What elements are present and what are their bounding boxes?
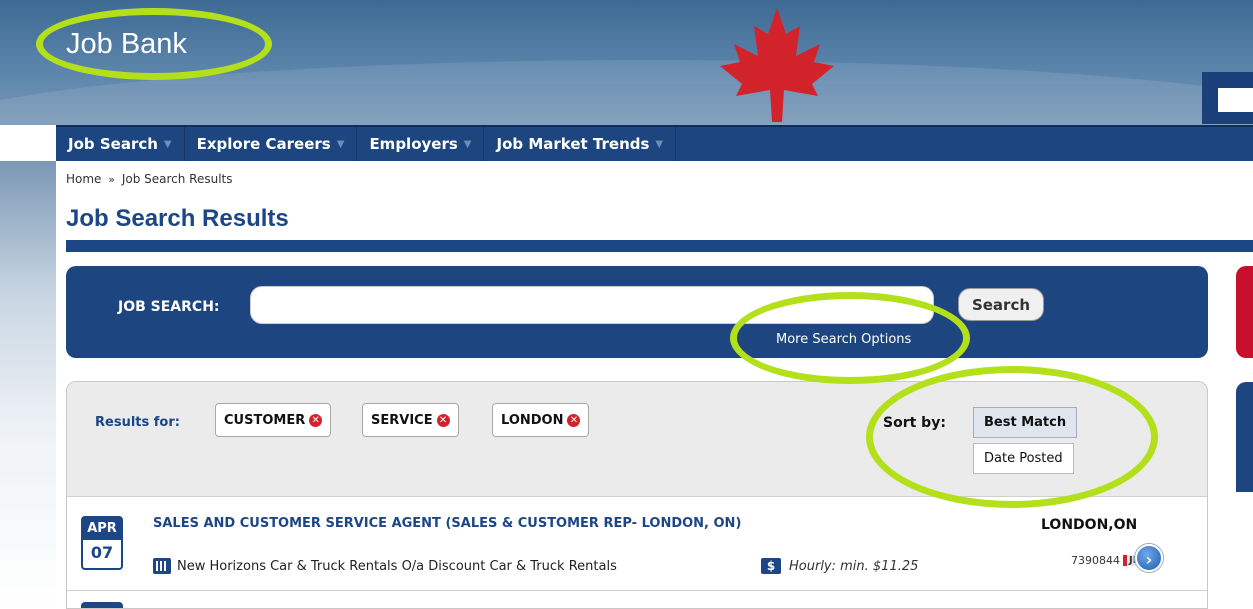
close-circle-icon[interactable]: ✕ bbox=[309, 413, 323, 427]
banner-swoosh bbox=[0, 60, 1253, 125]
results-for-label: Results for: bbox=[95, 415, 180, 430]
job-search-input[interactable] bbox=[250, 286, 934, 324]
header-search-area bbox=[1202, 72, 1253, 124]
title-divider bbox=[66, 240, 1253, 252]
site-banner: Job Bank bbox=[0, 0, 1253, 125]
breadcrumb: Home » Job Search Results bbox=[66, 172, 233, 186]
close-circle-icon[interactable]: ✕ bbox=[567, 413, 581, 427]
posted-month: APR bbox=[83, 518, 121, 540]
nav-item-label: Employers bbox=[369, 135, 458, 153]
posted-date-badge: APR 07 bbox=[81, 516, 123, 570]
nav-item-job-search[interactable]: Job Search ▼ bbox=[56, 127, 185, 161]
nav-item-employers[interactable]: Employers ▼ bbox=[357, 127, 485, 161]
job-id-number: 7390844 bbox=[1071, 554, 1120, 567]
sort-by-label: Sort by: bbox=[883, 415, 946, 431]
more-search-options-link[interactable]: More Search Options bbox=[776, 332, 911, 347]
nav-item-job-market-trends[interactable]: Job Market Trends ▼ bbox=[484, 127, 677, 161]
site-title[interactable]: Job Bank bbox=[66, 28, 187, 61]
next-posted-date-badge bbox=[81, 602, 123, 608]
right-side-panel-blue bbox=[1236, 382, 1253, 492]
header-search-input[interactable] bbox=[1218, 88, 1253, 112]
maple-leaf-icon bbox=[720, 8, 834, 122]
breadcrumb-separator-icon: » bbox=[108, 173, 115, 186]
breadcrumb-current: Job Search Results bbox=[121, 172, 233, 186]
job-title-link[interactable]: SALES AND CUSTOMER SERVICE AGENT (SALES … bbox=[153, 516, 741, 531]
breadcrumb-home[interactable]: Home bbox=[66, 172, 101, 186]
filter-chip-label: LONDON bbox=[501, 412, 564, 428]
employer-name: New Horizons Car & Truck Rentals O/a Dis… bbox=[177, 558, 617, 574]
job-id: 7390844 JB bbox=[1071, 554, 1143, 567]
caret-down-icon: ▼ bbox=[163, 138, 172, 150]
posted-day: 07 bbox=[90, 543, 114, 562]
sort-option-date-posted[interactable]: Date Posted bbox=[973, 443, 1074, 474]
filter-chip-customer[interactable]: CUSTOMER ✕ bbox=[215, 403, 332, 437]
job-search-panel: JOB SEARCH: Search More Search Options bbox=[66, 266, 1208, 358]
nav-item-explore-careers[interactable]: Explore Careers ▼ bbox=[185, 127, 358, 161]
building-icon bbox=[153, 558, 171, 574]
page-title: Job Search Results bbox=[66, 205, 289, 232]
results-panel: Results for: CUSTOMER ✕ SERVICE ✕ LONDON… bbox=[66, 381, 1208, 609]
filter-chip-label: SERVICE bbox=[371, 412, 433, 428]
caret-down-icon: ▼ bbox=[655, 138, 664, 150]
wage-text: Hourly: min. $11.25 bbox=[789, 558, 919, 574]
filter-bar: Results for: CUSTOMER ✕ SERVICE ✕ LONDON… bbox=[67, 382, 1207, 497]
close-circle-icon[interactable]: ✕ bbox=[436, 413, 450, 427]
chevron-right-circle-icon[interactable]: › bbox=[1135, 544, 1163, 572]
row-divider bbox=[67, 590, 1207, 591]
filter-chip-london[interactable]: LONDON ✕ bbox=[492, 403, 590, 437]
employer: New Horizons Car & Truck Rentals O/a Dis… bbox=[153, 558, 617, 574]
right-side-panel-red bbox=[1236, 266, 1253, 358]
filter-chip-label: CUSTOMER bbox=[224, 412, 306, 428]
nav-item-label: Job Search bbox=[68, 135, 158, 153]
nav-item-label: Job Market Trends bbox=[496, 135, 650, 153]
left-background-fade bbox=[0, 161, 56, 609]
nav-item-label: Explore Careers bbox=[196, 135, 331, 153]
caret-down-icon: ▼ bbox=[463, 138, 472, 150]
wage: $ Hourly: min. $11.25 bbox=[761, 558, 918, 574]
dollar-icon: $ bbox=[761, 558, 781, 574]
sort-option-best-match[interactable]: Best Match bbox=[973, 407, 1078, 438]
caret-down-icon: ▼ bbox=[336, 138, 345, 150]
job-listing-row[interactable]: APR 07 SALES AND CUSTOMER SERVICE AGENT … bbox=[67, 498, 1207, 590]
filter-chip-service[interactable]: SERVICE ✕ bbox=[362, 403, 459, 437]
job-location: LONDON,ON bbox=[1041, 517, 1138, 533]
job-search-label: JOB SEARCH: bbox=[118, 299, 220, 315]
search-button[interactable]: Search bbox=[958, 288, 1044, 321]
main-nav: Job Search ▼ Explore Careers ▼ Employers… bbox=[56, 125, 1253, 161]
